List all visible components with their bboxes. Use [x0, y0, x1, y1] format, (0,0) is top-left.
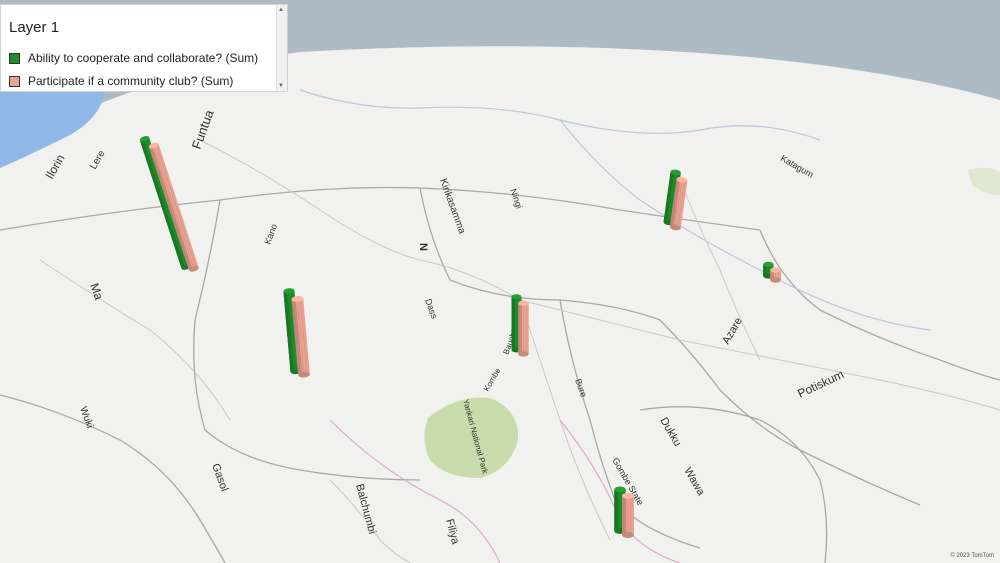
column-pair[interactable] [614, 486, 634, 538]
legend-label-participate: Participate if a community club? (Sum) [28, 74, 234, 88]
legend-swatch-cooperate [9, 52, 20, 64]
legend-item-participate[interactable]: Participate if a community club? (Sum) [9, 74, 233, 88]
map-copyright: © 2023 TomTom [950, 553, 994, 559]
scroll-down-icon[interactable]: ▼ [278, 83, 284, 89]
column-pair[interactable] [511, 294, 529, 357]
legend-swatch-participate [9, 75, 20, 87]
map-label: N [417, 243, 429, 251]
column-participate[interactable] [518, 300, 529, 357]
legend-title: Layer 1 [9, 19, 60, 36]
legend-scrollbar[interactable]: ▲ ▼ [276, 5, 287, 91]
land-surface [0, 46, 1000, 563]
legend-item-cooperate[interactable]: Ability to cooperate and collaborate? (S… [9, 51, 258, 65]
legend-label-cooperate: Ability to cooperate and collaborate? (S… [28, 51, 259, 65]
column-participate[interactable] [622, 492, 634, 538]
legend-panel[interactable]: Layer 1 Ability to cooperate and collabo… [0, 4, 288, 92]
scroll-up-icon[interactable]: ▲ [278, 7, 284, 13]
column-participate[interactable] [770, 267, 782, 283]
